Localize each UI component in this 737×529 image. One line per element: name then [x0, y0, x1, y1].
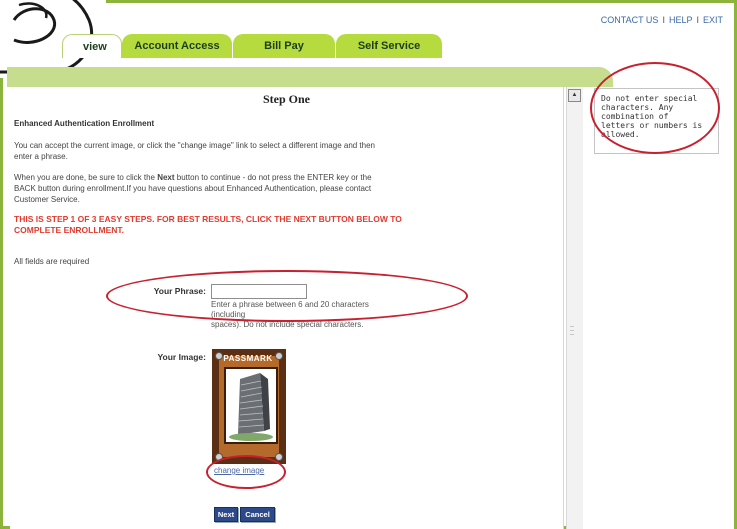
- top-border: [0, 0, 737, 3]
- instructions-text: button to continue - do not press the EN…: [174, 173, 372, 182]
- warning-line: THIS IS STEP 1 OF 3 EASY STEPS. FOR BEST…: [14, 214, 402, 224]
- building-photo: [224, 367, 278, 444]
- image-label: Your Image:: [157, 352, 207, 362]
- nav-separator: I: [696, 15, 699, 25]
- vertical-scrollbar[interactable]: [566, 87, 583, 529]
- next-button[interactable]: Next: [214, 507, 238, 522]
- page-title: Step One: [262, 92, 310, 106]
- help-link[interactable]: HELP: [669, 15, 693, 25]
- tab-self-service[interactable]: Self Service: [336, 34, 442, 58]
- cancel-button[interactable]: Cancel: [240, 507, 275, 522]
- section-heading: Enhanced Authentication Enrollment: [14, 119, 155, 128]
- tip-annotation-oval: [590, 62, 720, 154]
- utility-nav: CONTACT US I HELP I EXIT: [601, 15, 723, 25]
- bolt-icon: [275, 352, 283, 360]
- next-emphasis: Next: [157, 173, 175, 182]
- instructions-line: Customer Service.: [14, 195, 80, 204]
- passmark-brand: PASSMARK: [223, 354, 273, 363]
- instructions-line: When you are done, be sure to click the …: [14, 172, 372, 183]
- step-warning: THIS IS STEP 1 OF 3 EASY STEPS. FOR BEST…: [14, 214, 402, 236]
- passmark-image: PASSMARK: [212, 349, 286, 464]
- required-note: All fields are required: [14, 257, 90, 266]
- tab-account-access[interactable]: Account Access: [122, 34, 232, 58]
- warning-line: COMPLETE ENROLLMENT.: [14, 225, 125, 235]
- scroll-grip-icon[interactable]: – – –: [570, 323, 578, 338]
- instructions-paragraph: You can accept the current image, or cli…: [14, 140, 375, 162]
- instructions-line: enter a phrase.: [14, 152, 68, 161]
- change-image-annotation-oval: [206, 455, 286, 489]
- bolt-icon: [215, 352, 223, 360]
- phrase-annotation-oval: [106, 270, 468, 322]
- nav-separator: I: [662, 15, 665, 25]
- section-banner: [7, 67, 613, 87]
- scroll-up-arrow-icon[interactable]: ▲: [568, 89, 581, 102]
- instructions-text: When you are done, be sure to click the: [14, 173, 158, 182]
- instructions-line: You can accept the current image, or cli…: [14, 141, 376, 150]
- bolt-icon: [275, 453, 283, 461]
- next-instructions-paragraph: When you are done, be sure to click the …: [14, 172, 372, 205]
- exit-link[interactable]: EXIT: [703, 15, 723, 25]
- instructions-line: BACK button during enrollment.If you hav…: [14, 184, 372, 193]
- tab-bill-pay[interactable]: Bill Pay: [233, 34, 335, 58]
- tab-overview[interactable]: view: [62, 34, 122, 58]
- contact-us-link[interactable]: CONTACT US: [601, 15, 659, 25]
